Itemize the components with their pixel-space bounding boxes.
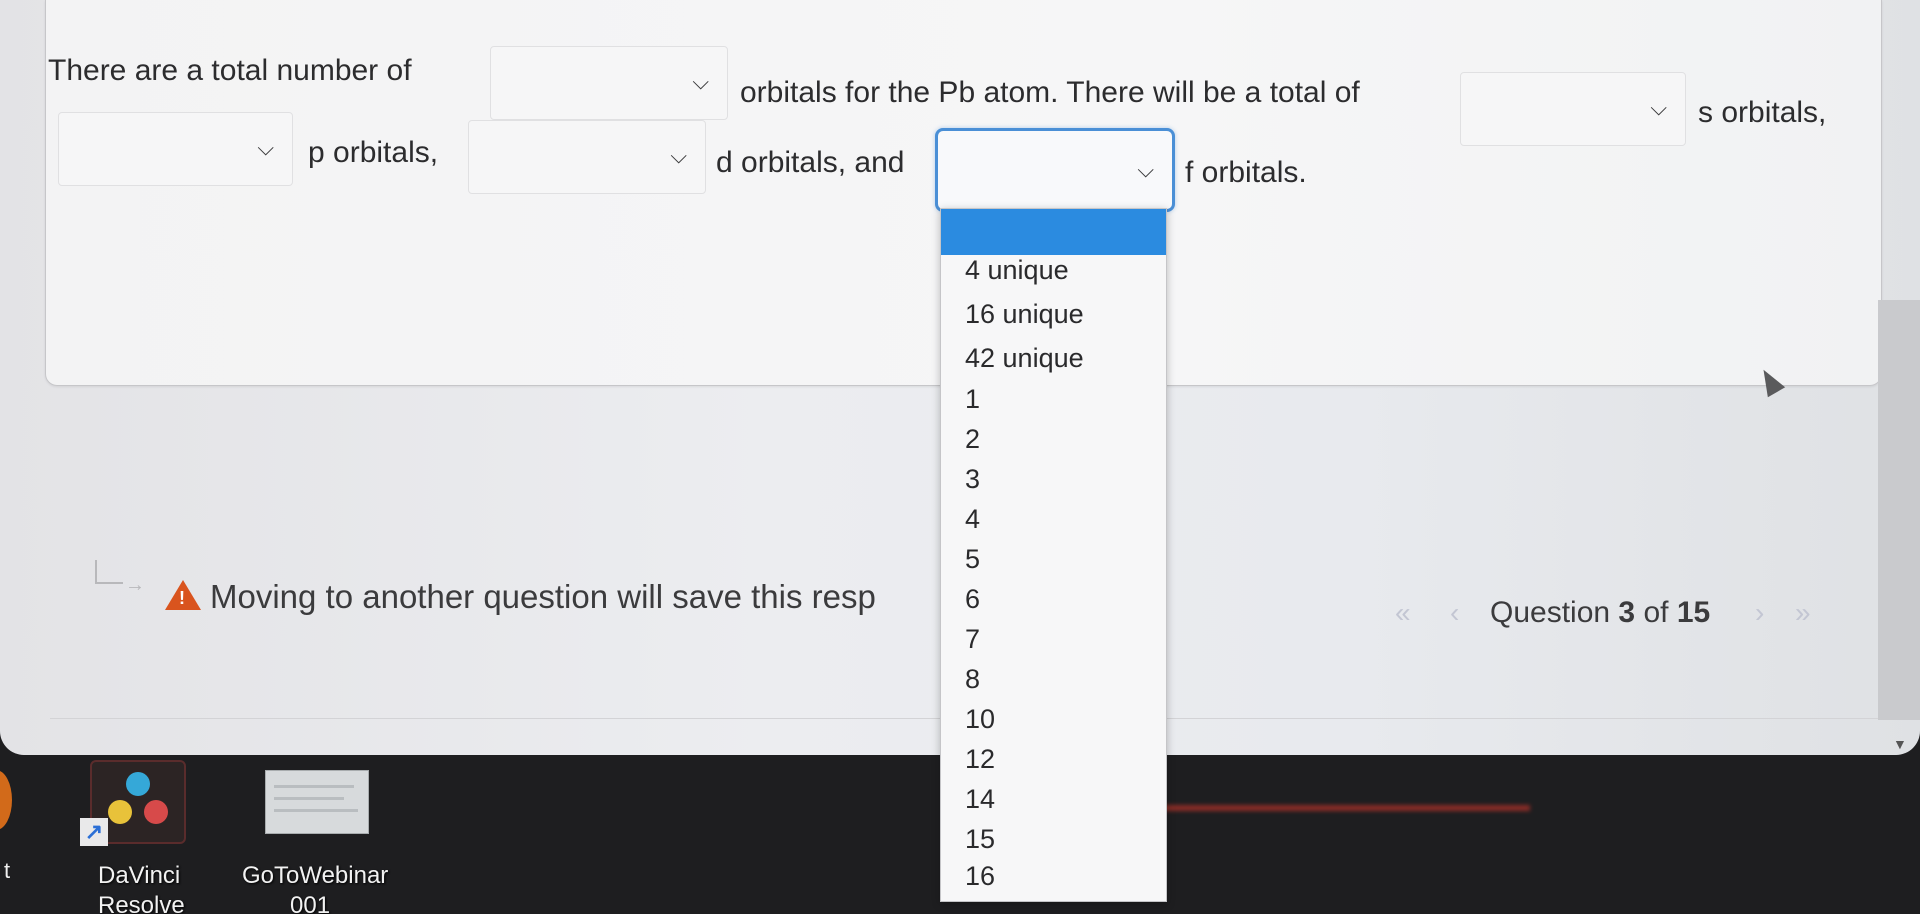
dropdown-option[interactable]: 12 (965, 744, 995, 774)
question-of-label: of (1643, 596, 1669, 629)
dropdown-option[interactable]: 14 (965, 784, 995, 814)
question-text-3: s orbitals, (1698, 96, 1827, 129)
dropdown-option-highlighted[interactable] (941, 209, 1166, 255)
f-orbitals-dropdown-list[interactable]: 4 unique 16 unique 42 unique 1 2 3 4 5 6… (940, 208, 1167, 902)
select-f-orbitals[interactable]: ⌵ (935, 128, 1175, 212)
desktop-label-partial: t (4, 858, 11, 883)
gotowebinar-label-line2[interactable]: 001 (290, 892, 330, 914)
dropdown-option[interactable]: 7 (965, 624, 980, 654)
dropdown-option[interactable]: 2 (965, 424, 980, 454)
question-text-6: f orbitals. (1185, 156, 1307, 189)
chevron-down-icon: ⌵ (1137, 157, 1154, 182)
dropdown-option[interactable]: 4 unique (965, 255, 1069, 285)
save-warning-text: Moving to another question will save thi… (210, 578, 876, 615)
dropdown-option[interactable]: 16 (965, 861, 995, 891)
select-d-orbitals[interactable]: ⌵ (468, 120, 706, 194)
question-text-4: p orbitals, (308, 136, 439, 169)
current-question-number: 3 (1618, 596, 1636, 629)
shortcut-arrow-icon: ↗ (80, 818, 108, 846)
indent-arrow-icon (95, 560, 123, 584)
select-p-orbitals[interactable]: ⌵ (58, 112, 293, 186)
previous-question-icon[interactable]: ‹ (1450, 596, 1459, 630)
question-text-1: There are a total number of (48, 54, 412, 87)
dropdown-option[interactable]: 5 (965, 544, 980, 574)
screen: There are a total number of ⌵ orbitals f… (0, 0, 1920, 914)
scroll-down-icon[interactable]: ▼ (1893, 736, 1907, 752)
arrow-right-icon: → (125, 574, 145, 596)
select-s-orbitals[interactable]: ⌵ (1460, 72, 1686, 146)
scrollbar[interactable] (1878, 300, 1920, 720)
chevron-down-icon: ⌵ (257, 135, 274, 160)
taskbar-glow (1150, 805, 1530, 811)
dropdown-option[interactable]: 6 (965, 584, 980, 614)
question-text-2: orbitals for the Pb atom. There will be … (740, 76, 1360, 109)
dropdown-option[interactable]: 8 (965, 664, 980, 694)
question-counter: Question 3 of 15 (1490, 596, 1710, 630)
last-question-icon[interactable]: » (1795, 596, 1811, 630)
first-question-icon[interactable]: « (1395, 596, 1411, 630)
dropdown-option[interactable]: 4 (965, 504, 980, 534)
chevron-down-icon: ⌵ (670, 143, 687, 168)
dropdown-option[interactable]: 15 (965, 824, 995, 854)
chevron-down-icon: ⌵ (692, 69, 709, 94)
question-text-5: d orbitals, and (716, 146, 905, 179)
desktop-icon-partial (0, 770, 12, 830)
davinci-label[interactable]: DaVinci (98, 862, 180, 890)
gotowebinar-icon[interactable] (265, 770, 369, 834)
dropdown-option[interactable]: 42 unique (965, 343, 1084, 373)
chevron-down-icon: ⌵ (1650, 95, 1667, 120)
dropdown-option[interactable]: 16 unique (965, 299, 1084, 329)
question-label: Question (1490, 596, 1611, 629)
dropdown-option[interactable]: 1 (965, 384, 980, 414)
dropdown-option[interactable]: 10 (965, 704, 995, 734)
dropdown-option[interactable]: 3 (965, 464, 980, 494)
davinci-label-line2[interactable]: Resolve (98, 892, 185, 914)
total-question-number: 15 (1676, 596, 1711, 629)
warning-triangle-icon: ! (165, 580, 201, 610)
next-question-icon[interactable]: › (1755, 596, 1764, 630)
gotowebinar-label[interactable]: GoToWebinar (242, 862, 388, 890)
select-total-orbitals[interactable]: ⌵ (490, 46, 728, 120)
